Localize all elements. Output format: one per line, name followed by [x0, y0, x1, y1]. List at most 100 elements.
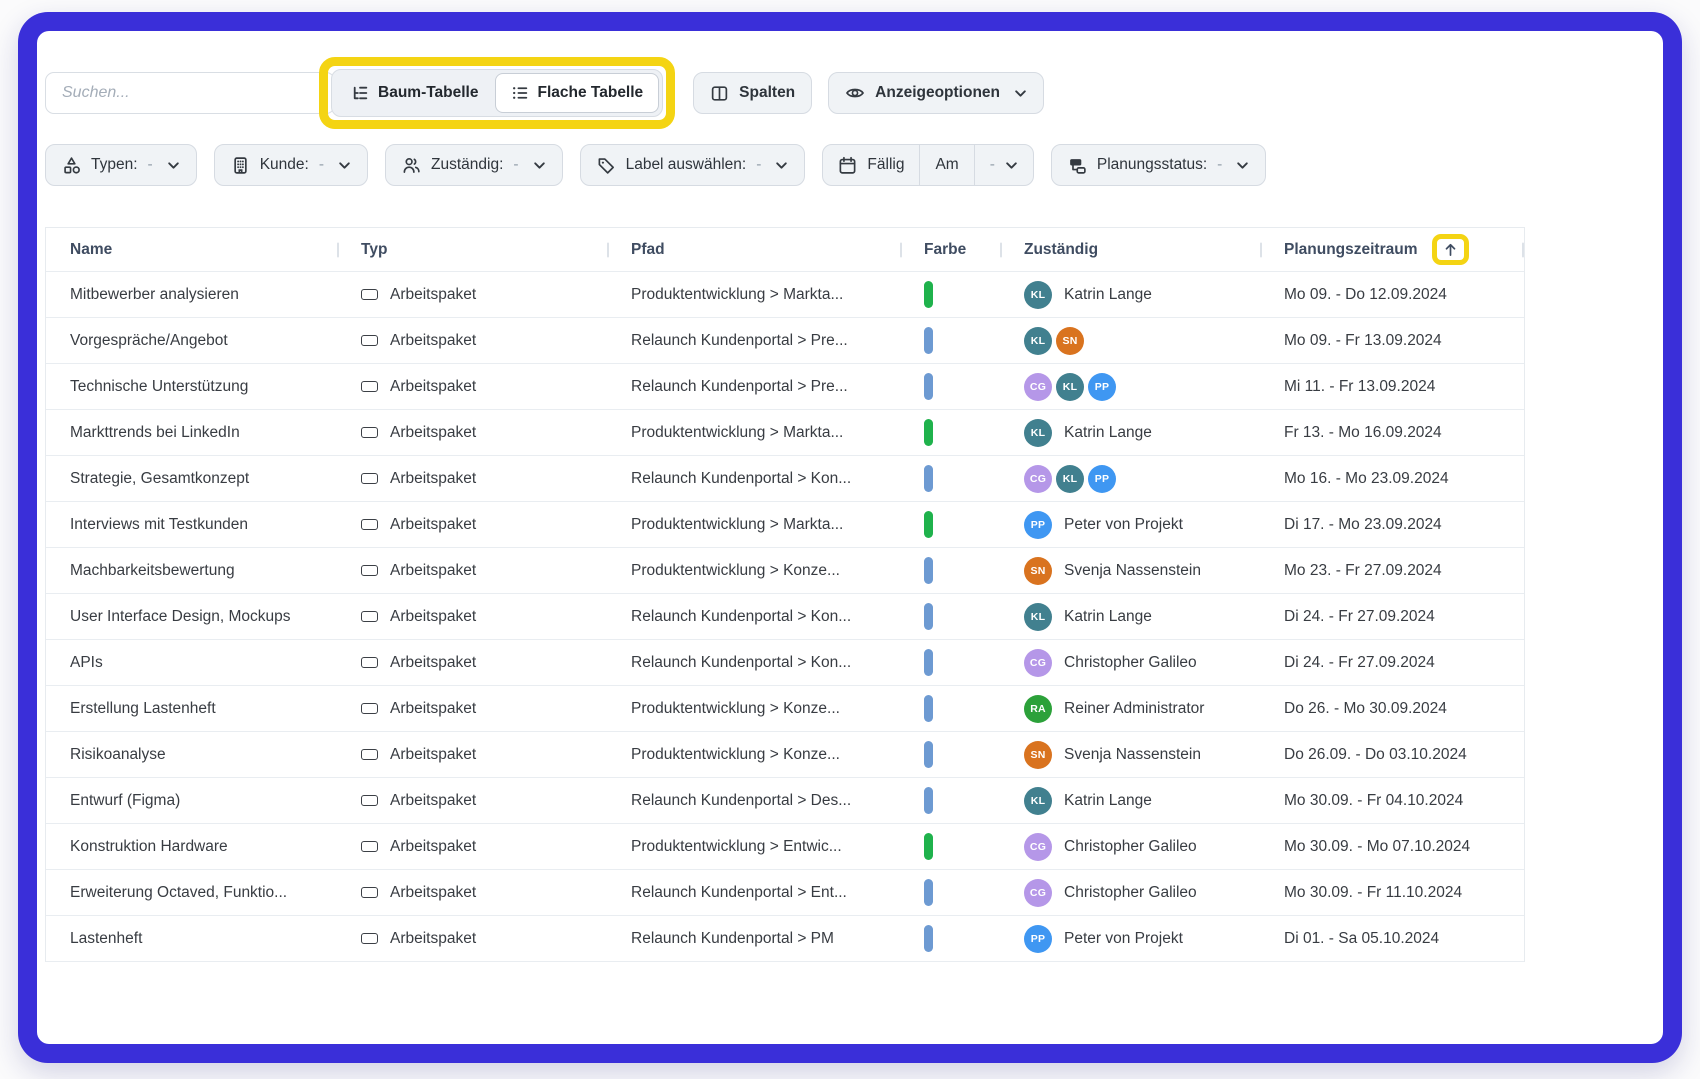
cell-farbe [900, 741, 1000, 768]
cell-pfad: Produktentwicklung > Markta... [607, 286, 900, 304]
filter-value: - [148, 156, 153, 174]
typ-label: Arbeitspaket [390, 884, 476, 902]
columns-icon [710, 84, 729, 103]
cell-typ: Arbeitspaket [337, 516, 607, 534]
table-row[interactable]: Technische UnterstützungArbeitspaketRela… [46, 364, 1524, 410]
color-pill [924, 511, 933, 538]
tree-table-button[interactable]: Baum-Tabelle [335, 73, 495, 113]
cell-typ: Arbeitspaket [337, 792, 607, 810]
color-pill [924, 603, 933, 630]
filter-bar: Typen: - Kunde: - [45, 143, 1663, 187]
cell-typ: Arbeitspaket [337, 562, 607, 580]
cell-name: Lastenheft [46, 930, 337, 948]
cell-zustaendig: CGChristopher Galileo [1000, 649, 1260, 677]
typ-label: Arbeitspaket [390, 378, 476, 396]
calendar-icon [838, 156, 857, 175]
table-row[interactable]: Interviews mit TestkundenArbeitspaketPro… [46, 502, 1524, 548]
cell-name: Markttrends bei LinkedIn [46, 424, 337, 442]
faellig-mode-button[interactable]: Am [919, 145, 973, 185]
work-package-icon [361, 381, 378, 392]
filter-value: - [1217, 156, 1222, 174]
table-row[interactable]: Strategie, GesamtkonzeptArbeitspaketRela… [46, 456, 1524, 502]
search-input[interactable] [45, 72, 335, 114]
avatar: CG [1024, 465, 1052, 493]
column-header-planungszeitraum[interactable]: Planungszeitraum [1260, 228, 1524, 271]
table-row[interactable]: RisikoanalyseArbeitspaketProduktentwickl… [46, 732, 1524, 778]
cell-name: APIs [46, 654, 337, 672]
people-icon [402, 156, 421, 175]
work-package-icon [361, 841, 378, 852]
filter-value: - [319, 156, 324, 174]
work-package-icon [361, 519, 378, 530]
columns-button[interactable]: Spalten [693, 72, 812, 114]
column-header-typ[interactable]: Typ [337, 228, 607, 271]
column-label: Planungszeitraum [1284, 241, 1418, 259]
color-pill [924, 465, 933, 492]
work-package-icon [361, 289, 378, 300]
display-options-button[interactable]: Anzeigeoptionen [828, 72, 1044, 114]
column-header-zustaendig[interactable]: Zuständig [1000, 228, 1260, 271]
table-row[interactable]: Vorgespräche/AngebotArbeitspaketRelaunch… [46, 318, 1524, 364]
cell-pfad: Relaunch Kundenportal > Kon... [607, 608, 900, 626]
cell-typ: Arbeitspaket [337, 378, 607, 396]
assignee-name: Katrin Lange [1064, 286, 1152, 304]
cell-farbe [900, 787, 1000, 814]
app-frame: Baum-Tabelle Flache [18, 12, 1682, 1063]
columns-label: Spalten [739, 84, 795, 102]
assignee-name: Katrin Lange [1064, 792, 1152, 810]
table-row[interactable]: APIsArbeitspaketRelaunch Kundenportal > … [46, 640, 1524, 686]
typ-label: Arbeitspaket [390, 424, 476, 442]
cell-pfad: Relaunch Kundenportal > Pre... [607, 378, 900, 396]
faellig-value-button[interactable]: - [974, 145, 1033, 185]
cell-name: Interviews mit Testkunden [46, 516, 337, 534]
app-content: Baum-Tabelle Flache [37, 31, 1663, 1044]
faellig-mode-label: Am [935, 156, 958, 174]
table-row[interactable]: Erstellung LastenheftArbeitspaketProdukt… [46, 686, 1524, 732]
sort-indicator-highlight [1432, 234, 1469, 265]
table-row[interactable]: Entwurf (Figma)ArbeitspaketRelaunch Kund… [46, 778, 1524, 824]
table-row[interactable]: Erweiterung Octaved, Funktio...Arbeitspa… [46, 870, 1524, 916]
cell-typ: Arbeitspaket [337, 424, 607, 442]
filter-typen[interactable]: Typen: - [45, 144, 197, 186]
color-pill [924, 649, 933, 676]
typ-label: Arbeitspaket [390, 516, 476, 534]
table-row[interactable]: Markttrends bei LinkedInArbeitspaketProd… [46, 410, 1524, 456]
avatar: CG [1024, 373, 1052, 401]
cell-farbe [900, 511, 1000, 538]
tree-table-icon [351, 85, 369, 101]
cell-farbe [900, 557, 1000, 584]
table-row[interactable]: LastenheftArbeitspaketRelaunch Kundenpor… [46, 916, 1524, 962]
column-header-pfad[interactable]: Pfad [607, 228, 900, 271]
avatar: PP [1088, 465, 1116, 493]
column-header-farbe[interactable]: Farbe [900, 228, 1000, 271]
chevron-down-icon [1014, 87, 1027, 100]
filter-kunde[interactable]: Kunde: - [214, 144, 368, 186]
filter-planungsstatus[interactable]: Planungsstatus: - [1051, 144, 1266, 186]
work-package-icon [361, 933, 378, 944]
cell-zustaendig: PPPeter von Projekt [1000, 925, 1260, 953]
filter-label-select[interactable]: Label auswählen: - [580, 144, 806, 186]
cell-zustaendig: CGChristopher Galileo [1000, 833, 1260, 861]
flat-table-button[interactable]: Flache Tabelle [495, 73, 660, 113]
table-row[interactable]: User Interface Design, MockupsArbeitspak… [46, 594, 1524, 640]
table-row[interactable]: MachbarkeitsbewertungArbeitspaketProdukt… [46, 548, 1524, 594]
cell-name: Mitbewerber analysieren [46, 286, 337, 304]
cell-farbe [900, 465, 1000, 492]
typ-label: Arbeitspaket [390, 746, 476, 764]
filter-faellig[interactable]: Fällig [823, 145, 919, 185]
table-row[interactable]: Konstruktion HardwareArbeitspaketProdukt… [46, 824, 1524, 870]
cell-zeitraum: Mo 09. - Fr 13.09.2024 [1260, 332, 1524, 350]
table-row[interactable]: Mitbewerber analysierenArbeitspaketProdu… [46, 272, 1524, 318]
avatar: KL [1024, 603, 1052, 631]
color-pill [924, 787, 933, 814]
filter-zustaendig[interactable]: Zuständig: - [385, 144, 563, 186]
avatar: CG [1024, 879, 1052, 907]
assignee-name: Christopher Galileo [1064, 884, 1197, 902]
assignee-name: Katrin Lange [1064, 424, 1152, 442]
cell-zustaendig: RAReiner Administrator [1000, 695, 1260, 723]
cell-typ: Arbeitspaket [337, 700, 607, 718]
sort-ascending-icon[interactable] [1442, 241, 1459, 258]
cell-farbe [900, 281, 1000, 308]
column-header-name[interactable]: Name [46, 228, 337, 271]
cell-farbe [900, 603, 1000, 630]
